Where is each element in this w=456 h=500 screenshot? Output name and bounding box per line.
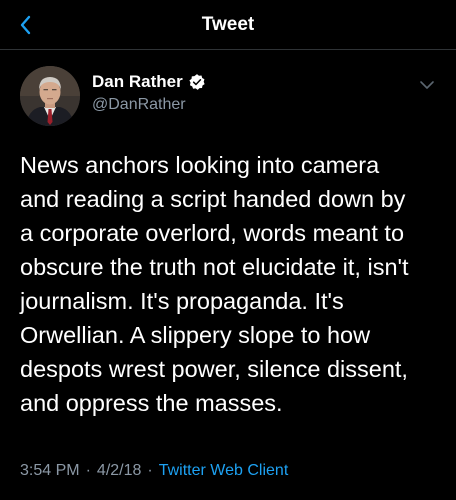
separator: · — [147, 462, 153, 479]
tweet-text: News anchors looking into camera and rea… — [20, 152, 409, 416]
avatar-photo — [20, 66, 80, 126]
tweet-date[interactable]: 4/2/18 — [97, 462, 141, 480]
top-bar: Tweet — [0, 0, 456, 50]
tweet-time[interactable]: 3:54 PM — [20, 462, 80, 480]
name-row: Dan Rather — [92, 72, 206, 92]
chevron-down-icon[interactable] — [416, 74, 438, 96]
author-handle[interactable]: @DanRather — [92, 96, 186, 114]
tweet-author: Dan Rather @DanRather — [20, 66, 440, 126]
avatar[interactable] — [20, 66, 80, 126]
separator: · — [85, 462, 91, 479]
tweet-metadata: 3:54 PM · 4/2/18 · Twitter Web Client — [20, 462, 288, 480]
verified-badge-icon — [189, 74, 205, 90]
author-name[interactable]: Dan Rather — [92, 72, 183, 92]
client-link[interactable]: Twitter Web Client — [159, 462, 289, 480]
page-title: Tweet — [201, 14, 255, 35]
